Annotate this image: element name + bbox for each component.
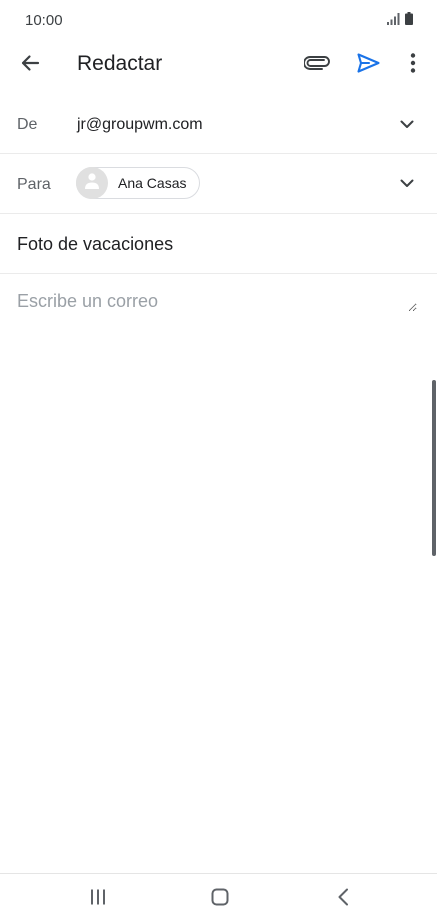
body-field[interactable] [17, 291, 417, 312]
status-icons [387, 12, 413, 30]
recent-apps-button[interactable] [83, 886, 113, 912]
subject-row[interactable]: Foto de vacaciones [0, 214, 437, 274]
navigation-bar [0, 873, 437, 924]
scrollbar[interactable] [432, 380, 436, 556]
paperclip-icon [303, 55, 330, 75]
person-icon [83, 172, 101, 195]
page-title: Redactar [77, 52, 163, 75]
nav-back-button[interactable] [328, 886, 358, 912]
from-address: jr@groupwm.com [77, 116, 203, 133]
to-expand-button[interactable] [394, 171, 420, 197]
home-button[interactable] [205, 886, 235, 912]
from-label: De [17, 116, 38, 133]
from-row[interactable]: De jr@groupwm.com [0, 96, 437, 154]
recipient-name: Ana Casas [118, 175, 187, 191]
status-time: 10:00 [25, 12, 63, 29]
from-expand-button[interactable] [394, 112, 420, 138]
status-bar: 10:00 [0, 0, 437, 40]
recent-apps-icon [89, 889, 107, 910]
send-icon [356, 52, 380, 78]
signal-icon [387, 12, 400, 30]
arrow-left-icon [20, 53, 40, 78]
send-button[interactable] [348, 45, 388, 85]
to-label: Para [17, 176, 51, 193]
home-icon [211, 888, 229, 911]
chevron-down-icon [400, 116, 414, 134]
subject-field[interactable]: Foto de vacaciones [17, 234, 173, 255]
avatar [76, 167, 108, 199]
more-vert-icon [410, 52, 416, 78]
app-bar: Redactar [0, 40, 437, 92]
nav-back-icon [337, 888, 349, 911]
more-options-button[interactable] [393, 45, 433, 85]
back-button[interactable] [10, 45, 50, 85]
battery-icon [405, 12, 413, 30]
attach-button[interactable] [297, 45, 337, 85]
chevron-down-icon [400, 175, 414, 193]
recipient-chip[interactable]: Ana Casas [76, 167, 201, 199]
to-row[interactable]: Para Ana Casas [0, 154, 437, 214]
